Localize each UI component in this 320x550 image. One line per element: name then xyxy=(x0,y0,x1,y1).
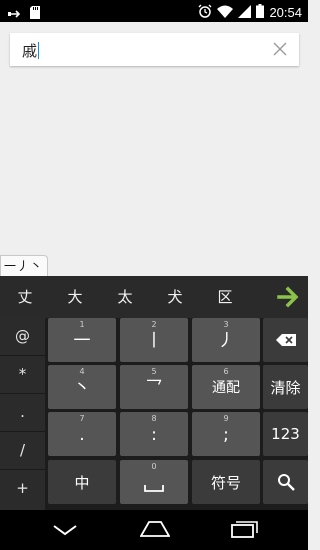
key-label: 中 xyxy=(74,473,90,492)
key-number: 5 xyxy=(151,367,157,376)
key-wildcard[interactable]: 6 通配 xyxy=(192,365,260,409)
key-semicolon[interactable]: 9 ; xyxy=(192,412,260,456)
symbol-key[interactable]: + xyxy=(0,470,45,508)
alarm-icon xyxy=(198,3,212,22)
usb-icon xyxy=(8,4,22,23)
space-bar-icon xyxy=(120,478,188,498)
symbol-key[interactable]: @ xyxy=(0,318,45,356)
key-label: 符号 xyxy=(210,473,241,492)
clock-time: 20:54 xyxy=(269,5,302,20)
back-chevron-icon[interactable] xyxy=(52,522,78,541)
key-stroke-dian[interactable]: 4 丶 xyxy=(48,365,116,409)
symbol-key[interactable]: * xyxy=(0,356,45,394)
key-period[interactable]: 7 . xyxy=(48,412,116,456)
key-colon[interactable]: 8 : xyxy=(120,412,188,456)
battery-icon xyxy=(256,3,265,22)
key-number: 8 xyxy=(151,414,157,423)
candidate-item[interactable]: 丈 xyxy=(5,276,45,318)
candidate-bar: 丈 大 太 犬 区 xyxy=(0,276,308,318)
sd-card-icon xyxy=(30,4,40,23)
home-icon[interactable] xyxy=(139,521,171,541)
arrow-right-icon[interactable] xyxy=(270,276,308,318)
navigation-bar xyxy=(0,510,308,550)
clear-key[interactable]: 清除 xyxy=(263,365,308,409)
key-number: 0 xyxy=(151,462,157,471)
key-glyph: 乛 xyxy=(145,378,163,398)
key-number: 2 xyxy=(151,320,157,329)
key-stroke-zhe[interactable]: 5 乛 xyxy=(120,365,188,409)
key-glyph: 丨 xyxy=(145,331,163,351)
search-input[interactable]: 戚 xyxy=(22,40,40,61)
search-icon xyxy=(263,460,308,504)
search-input-value: 戚 xyxy=(22,42,38,60)
key-label: 123 xyxy=(271,425,300,443)
candidate-item[interactable]: 区 xyxy=(205,276,245,318)
key-label: 清除 xyxy=(270,378,301,397)
close-icon[interactable] xyxy=(271,40,289,58)
language-switch-key[interactable]: 中 xyxy=(48,460,116,504)
space-key[interactable]: 0 xyxy=(120,460,188,504)
text-cursor xyxy=(38,42,40,59)
key-glyph: 丶 xyxy=(73,378,91,398)
symbol-key[interactable]: . xyxy=(0,394,45,432)
symbol-column: @ * . / + xyxy=(0,318,45,510)
key-number: 1 xyxy=(79,320,85,329)
key-number: 3 xyxy=(223,320,229,329)
key-stroke-shu[interactable]: 2 丨 xyxy=(120,318,188,362)
backspace-key[interactable] xyxy=(263,318,308,362)
recents-icon[interactable] xyxy=(231,520,259,542)
key-number: 7 xyxy=(79,414,85,423)
key-glyph: 一 xyxy=(73,331,91,351)
composing-strokes: 一丿丶 xyxy=(0,255,48,276)
key-glyph: : xyxy=(151,425,157,445)
key-stroke-pie[interactable]: 3 丿 xyxy=(192,318,260,362)
key-glyph: ; xyxy=(223,425,229,445)
key-glyph: 通配 xyxy=(212,380,240,396)
candidate-item[interactable]: 大 xyxy=(55,276,95,318)
symbols-key[interactable]: 符号 xyxy=(192,460,260,504)
symbol-key[interactable]: / xyxy=(0,432,45,470)
keyboard: 丈 大 太 犬 区 @ * . / + 1 一 2 丨 3 丿 4 丶 5 乛 … xyxy=(0,276,308,510)
key-stroke-heng[interactable]: 1 一 xyxy=(48,318,116,362)
key-glyph: 丿 xyxy=(217,331,235,351)
key-number: 4 xyxy=(79,367,85,376)
wifi-icon xyxy=(217,3,234,22)
backspace-icon xyxy=(263,318,308,362)
key-glyph: . xyxy=(79,425,85,445)
search-key[interactable] xyxy=(263,460,308,504)
candidate-item[interactable]: 犬 xyxy=(155,276,195,318)
status-bar: 20:54 xyxy=(0,0,308,22)
candidate-item[interactable]: 太 xyxy=(105,276,145,318)
key-number: 9 xyxy=(223,414,229,423)
numbers-key[interactable]: 123 xyxy=(263,412,308,456)
search-bar[interactable]: 戚 xyxy=(10,33,299,66)
signal-icon xyxy=(238,3,252,22)
key-number: 6 xyxy=(223,367,229,376)
